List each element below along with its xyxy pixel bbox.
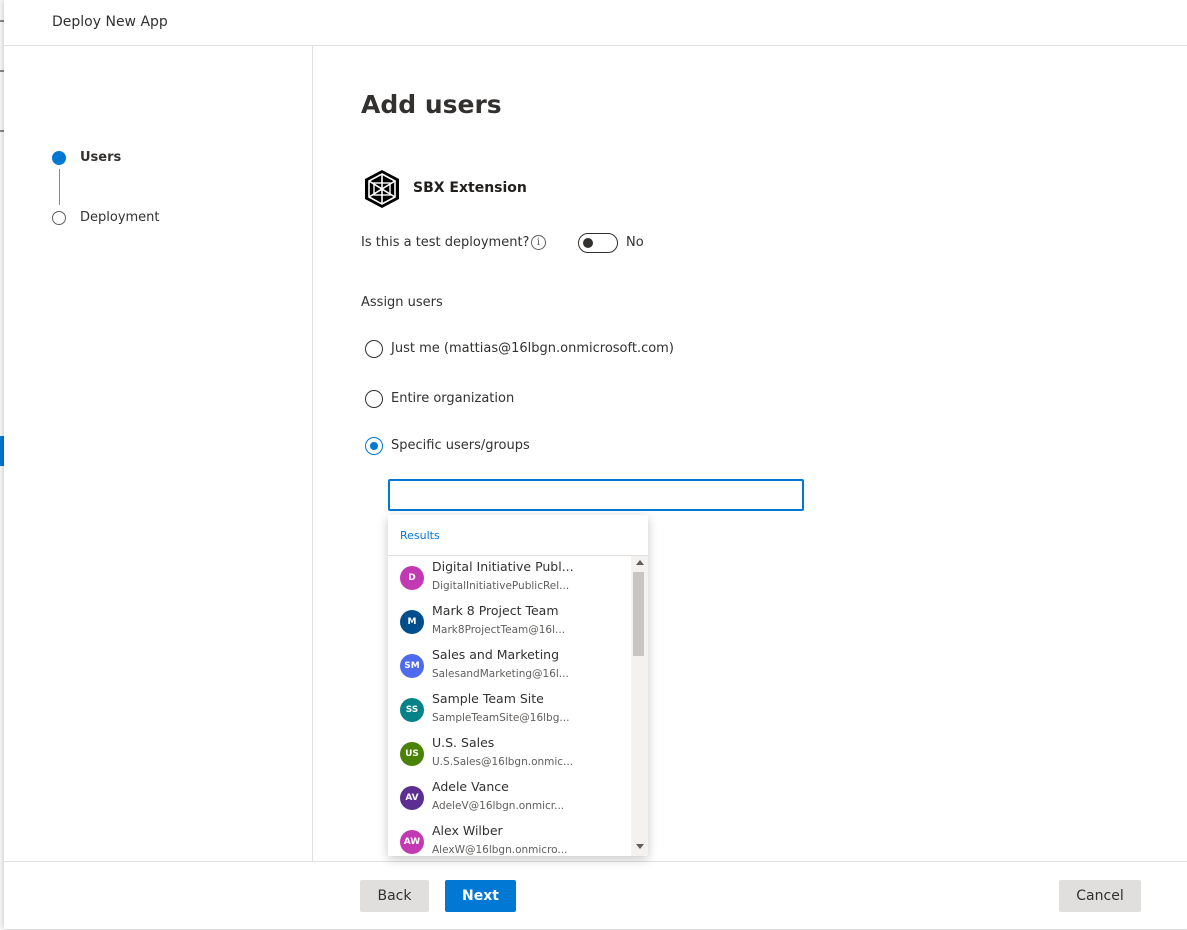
avatar: US: [400, 742, 424, 766]
avatar: AW: [400, 830, 424, 854]
avatar: M: [400, 610, 424, 634]
results-list: D Digital Initiative Publ... DigitalInit…: [388, 556, 631, 856]
next-button[interactable]: Next: [445, 880, 516, 912]
radio-selected-dot: [370, 442, 378, 450]
info-icon[interactable]: i: [531, 235, 546, 250]
panel-footer: Back Next Cancel: [4, 861, 1187, 929]
radio-entire-organization[interactable]: [365, 390, 383, 408]
step-deployment-label[interactable]: Deployment: [80, 210, 160, 225]
step-users-label[interactable]: Users: [80, 150, 121, 165]
result-email: AlexW@16lbgn.onmicro...: [432, 844, 568, 856]
radio-specific-users-label[interactable]: Specific users/groups: [391, 438, 530, 453]
result-name: Digital Initiative Publ...: [432, 559, 574, 574]
app-logo-icon: [365, 170, 399, 208]
result-item[interactable]: SM Sales and Marketing SalesandMarketing…: [388, 644, 631, 688]
result-name: Adele Vance: [432, 779, 509, 794]
panel-header: Deploy New App: [4, 0, 1187, 46]
search-results-dropdown: Results D Digital Initiative Publ... Dig…: [388, 515, 648, 856]
result-item[interactable]: US U.S. Sales U.S.Sales@16lbgn.onmic...: [388, 732, 631, 776]
result-item[interactable]: AW Alex Wilber AlexW@16lbgn.onmicro...: [388, 820, 631, 856]
test-deployment-toggle[interactable]: [578, 233, 618, 253]
radio-entire-organization-label[interactable]: Entire organization: [391, 391, 514, 406]
step-connector: [59, 169, 60, 205]
result-email: DigitalInitiativePublicRel...: [432, 580, 570, 592]
toggle-knob: [583, 238, 593, 248]
result-email: AdeleV@16lbgn.onmicr...: [432, 800, 565, 812]
avatar: D: [400, 566, 424, 590]
result-name: U.S. Sales: [432, 735, 495, 750]
panel-title: Deploy New App: [52, 14, 168, 30]
back-button[interactable]: Back: [360, 880, 429, 912]
result-email: Mark8ProjectTeam@16l...: [432, 624, 566, 636]
scroll-up-arrow-icon[interactable]: [636, 560, 644, 565]
result-item[interactable]: SS Sample Team Site SampleTeamSite@16lbg…: [388, 688, 631, 732]
avatar: SM: [400, 654, 424, 678]
avatar: AV: [400, 786, 424, 810]
result-item[interactable]: D Digital Initiative Publ... DigitalInit…: [388, 556, 631, 600]
radio-just-me-label[interactable]: Just me (mattias@16lbgn.onmicrosoft.com): [391, 341, 674, 356]
results-scrollbar[interactable]: [631, 556, 648, 856]
result-item[interactable]: M Mark 8 Project Team Mark8ProjectTeam@1…: [388, 600, 631, 644]
cancel-button[interactable]: Cancel: [1059, 880, 1141, 912]
result-item[interactable]: AV Adele Vance AdeleV@16lbgn.onmicr...: [388, 776, 631, 820]
result-email: SalesandMarketing@16l...: [432, 668, 569, 680]
result-name: Alex Wilber: [432, 823, 503, 838]
test-deployment-label: Is this a test deployment?: [361, 235, 530, 250]
results-header: Results: [400, 529, 440, 542]
wizard-steps: Users Deployment: [4, 46, 313, 861]
result-email: U.S.Sales@16lbgn.onmic...: [432, 756, 574, 768]
step-users-indicator: [52, 151, 66, 165]
result-name: Sample Team Site: [432, 691, 544, 706]
assign-users-label: Assign users: [361, 295, 443, 310]
radio-specific-users[interactable]: [365, 437, 383, 455]
toggle-state-text: No: [626, 235, 644, 250]
page-title: Add users: [361, 90, 502, 119]
result-name: Sales and Marketing: [432, 647, 560, 662]
user-search-input[interactable]: [388, 479, 804, 511]
avatar: SS: [400, 698, 424, 722]
step-deployment-indicator: [52, 211, 66, 225]
app-name: SBX Extension: [413, 180, 527, 196]
scroll-thumb[interactable]: [633, 572, 644, 656]
result-name: Mark 8 Project Team: [432, 603, 559, 618]
scroll-down-arrow-icon[interactable]: [636, 844, 644, 849]
result-email: SampleTeamSite@16lbg...: [432, 712, 570, 724]
radio-just-me[interactable]: [365, 340, 383, 358]
